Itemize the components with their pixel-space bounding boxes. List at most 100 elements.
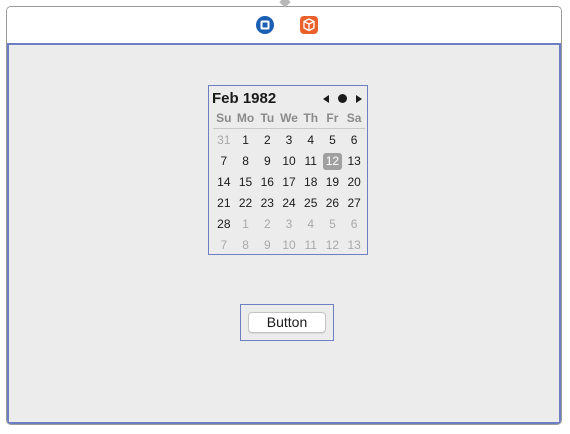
button-selection-outline: Button [240, 304, 334, 341]
day-number: 8 [242, 154, 249, 168]
calendar-day[interactable]: 20 [343, 172, 365, 193]
window-frame: Feb 1982 Su Mo Tu We Th Fr Sa 31 1 2 3 4 5 6 7 8 9 10 11 1… [6, 6, 562, 425]
day-number: 15 [238, 175, 253, 189]
calendar-day[interactable]: 8 [235, 151, 257, 172]
day-number: 21 [217, 196, 231, 210]
day-number: 3 [285, 133, 293, 147]
calendar-day[interactable]: 28 [213, 214, 235, 235]
scene-titlebar [7, 7, 561, 45]
day-number: 20 [347, 175, 361, 189]
day-number: 7 [220, 154, 228, 168]
date-picker-header: Feb 1982 [212, 89, 364, 109]
calendar-day[interactable]: 13 [343, 235, 365, 256]
calendar-day[interactable]: 13 [343, 151, 365, 172]
today-dot-icon[interactable] [338, 94, 347, 103]
weekday-label: Th [303, 111, 319, 125]
next-month-icon[interactable] [356, 95, 362, 103]
weekday-label: We [280, 111, 298, 125]
view-controller-icon[interactable] [255, 15, 275, 35]
calendar-day[interactable]: 1 [235, 130, 257, 151]
calendar-day[interactable]: 5 [322, 214, 344, 235]
calendar-day[interactable]: 8 [235, 235, 257, 256]
calendar-day[interactable]: 9 [256, 235, 278, 256]
day-number: 4 [307, 133, 315, 147]
calendar-day[interactable]: 21 [213, 193, 235, 214]
day-number: 22 [238, 196, 253, 210]
day-number: 13 [347, 238, 361, 252]
day-number: 25 [304, 196, 318, 210]
calendar-day[interactable]: 6 [343, 214, 365, 235]
previous-month-icon[interactable] [323, 95, 329, 103]
calendar-day[interactable]: 27 [343, 193, 365, 214]
push-button[interactable]: Button [248, 312, 326, 333]
day-number: 11 [304, 238, 317, 252]
calendar-day[interactable]: 14 [213, 172, 235, 193]
day-number: 12 [325, 238, 340, 252]
calendar-day[interactable]: 1 [235, 214, 257, 235]
day-number: 2 [263, 133, 271, 147]
calendar-day[interactable]: 4 [300, 130, 322, 151]
calendar-day[interactable]: 2 [256, 130, 278, 151]
calendar-day[interactable]: 22 [235, 193, 257, 214]
day-number: 12 [322, 153, 343, 170]
calendar-day[interactable]: 4 [300, 214, 322, 235]
calendar-day[interactable]: 17 [278, 172, 300, 193]
calendar-day[interactable]: 6 [343, 130, 365, 151]
day-number: 8 [242, 238, 249, 252]
day-number: 4 [307, 217, 315, 231]
day-number: 18 [304, 175, 318, 189]
day-number: 16 [260, 175, 274, 189]
calendar-day[interactable]: 7 [213, 151, 235, 172]
calendar-day[interactable]: 11 [300, 235, 322, 256]
weekday-label: Sa [346, 111, 362, 125]
day-number: 9 [263, 238, 271, 252]
day-number: 3 [285, 217, 293, 231]
date-picker[interactable]: Feb 1982 Su Mo Tu We Th Fr Sa 31 1 2 3 4 5 6 7 8 9 10 11 1… [208, 85, 368, 255]
day-grid: 31 1 2 3 4 5 6 7 8 9 10 11 12 13 14 15 16 17 18 19 20 21 22 23 2… [213, 130, 365, 256]
calendar-day[interactable]: 18 [300, 172, 322, 193]
day-number: 19 [325, 175, 340, 189]
day-number: 5 [329, 217, 336, 231]
weekday-label: Tu [260, 111, 275, 125]
calendar-day[interactable]: 19 [322, 172, 344, 193]
day-number: 1 [242, 217, 249, 231]
weekday-header: Su Mo Tu We Th Fr Sa [213, 110, 365, 129]
calendar-day[interactable]: 15 [235, 172, 257, 193]
day-number: 6 [350, 133, 358, 147]
calendar-day[interactable]: 10 [278, 151, 300, 172]
day-number: 5 [329, 133, 336, 147]
cube-icon[interactable] [299, 15, 319, 35]
day-number: 1 [242, 133, 249, 147]
calendar-day[interactable]: 12 [322, 235, 344, 256]
calendar-day[interactable]: 26 [322, 193, 344, 214]
weekday-label: Fr [326, 111, 339, 125]
day-number: 13 [347, 154, 361, 168]
calendar-day[interactable]: 3 [278, 214, 300, 235]
day-number: 11 [304, 154, 317, 168]
day-number: 6 [350, 217, 358, 231]
month-label: Feb 1982 [212, 90, 277, 107]
calendar-day[interactable]: 7 [213, 235, 235, 256]
calendar-day[interactable]: 11 [300, 151, 322, 172]
scene-canvas: Feb 1982 Su Mo Tu We Th Fr Sa 31 1 2 3 4 5 6 7 8 9 10 11 1… [7, 45, 561, 424]
weekday-label: Mo [236, 111, 255, 125]
calendar-day[interactable]: 2 [256, 214, 278, 235]
day-number: 28 [217, 217, 231, 231]
day-number: 31 [217, 133, 231, 147]
day-number: 14 [217, 175, 231, 189]
calendar-day[interactable]: 3 [278, 130, 300, 151]
calendar-day[interactable]: 24 [278, 193, 300, 214]
calendar-day[interactable]: 23 [256, 193, 278, 214]
calendar-day[interactable]: 9 [256, 151, 278, 172]
calendar-day[interactable]: 31 [213, 130, 235, 151]
calendar-day[interactable]: 5 [322, 130, 344, 151]
weekday-label: Su [216, 111, 232, 125]
day-number: 10 [282, 154, 296, 168]
day-number: 26 [325, 196, 340, 210]
calendar-day[interactable]: 10 [278, 235, 300, 256]
day-number: 17 [282, 175, 296, 189]
calendar-day[interactable]: 25 [300, 193, 322, 214]
calendar-day[interactable]: 16 [256, 172, 278, 193]
selected-day[interactable]: 12 [322, 151, 344, 172]
day-number: 2 [263, 217, 271, 231]
